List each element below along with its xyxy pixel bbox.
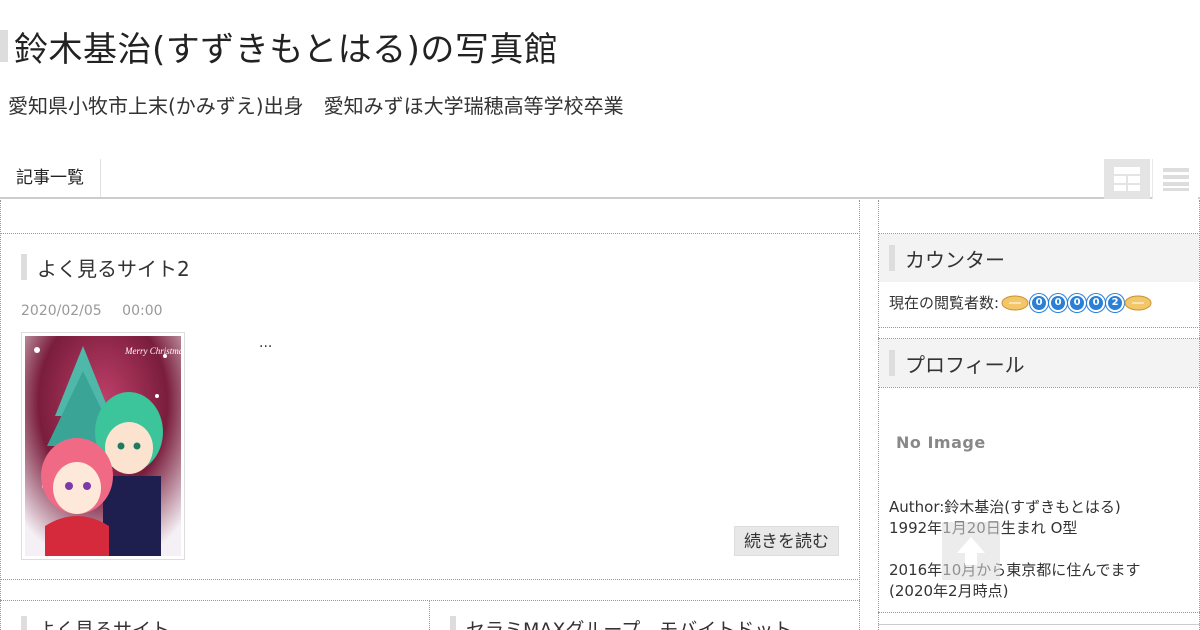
- grid-view-button[interactable]: [1104, 159, 1150, 199]
- counter-digit: 0: [1030, 293, 1049, 312]
- profile-accent-bar: [889, 350, 895, 376]
- next-post-title-text[interactable]: セラミMAXグループ モバイトドット: [466, 615, 792, 630]
- profile-line: 1992年1月20日生まれ O型: [889, 519, 1078, 537]
- divider: [0, 233, 860, 234]
- profile-line: Author:鈴木基治(すずきもとはる): [889, 498, 1121, 516]
- title-accent-bar: [0, 30, 8, 62]
- thumbnail-caption: Merry Christmas: [124, 346, 181, 356]
- post-excerpt: ...: [259, 335, 273, 351]
- post-date: 2020/02/05: [21, 303, 102, 319]
- next-post-accent-bar: [21, 616, 27, 630]
- divider: [878, 338, 1200, 339]
- profile-text: Author:鈴木基治(すずきもとはる) 1992年1月20日生まれ O型 20…: [889, 497, 1141, 602]
- counter-digit: 0: [1087, 293, 1106, 312]
- site-title-text[interactable]: 鈴木基治(すずきもとはる)の写真館: [14, 22, 558, 71]
- counter-heading: カウンター: [879, 234, 1199, 282]
- site-title[interactable]: 鈴木基治(すずきもとはる)の写真館: [0, 22, 558, 70]
- profile-line: 2016年10月から東京都に住んでます: [889, 561, 1141, 579]
- post-title-text[interactable]: よく見るサイト2: [37, 253, 190, 282]
- divider: [878, 387, 1200, 388]
- nav-bar: 記事一覧: [0, 159, 1200, 199]
- rugby-ball-icon: [1001, 295, 1029, 310]
- post-time: 00:00: [122, 303, 163, 319]
- counter-label: 現在の閲覧者数:: [889, 294, 1000, 312]
- divider: [878, 612, 1200, 613]
- next-post-title[interactable]: セラミMAXグループ モバイトドット: [450, 616, 792, 630]
- profile-line: (2020年2月時点): [889, 582, 1009, 600]
- counter-digit: 0: [1068, 293, 1087, 312]
- post-meta: 2020/02/05 00:00: [21, 303, 179, 319]
- arrow-up-icon: [957, 537, 985, 565]
- profile-line: [889, 539, 1141, 560]
- visitor-counter: 現在の閲覧者数: 0 0 0 0 2: [889, 292, 1152, 313]
- read-more-button[interactable]: 続きを読む: [734, 526, 839, 556]
- post-title[interactable]: よく見るサイト2: [21, 253, 190, 282]
- counter-accent-bar: [889, 245, 895, 271]
- divider: [878, 327, 1200, 328]
- rugby-ball-icon: [1124, 295, 1152, 310]
- divider: [0, 579, 860, 580]
- next-post-title[interactable]: よく見るサイト: [21, 616, 170, 630]
- post-title-accent-bar: [21, 254, 27, 280]
- next-post-title-text[interactable]: よく見るサイト: [37, 615, 170, 630]
- site-subtitle: 愛知県小牧市上末(かみずえ)出身 愛知みずほ大学瑞穂高等学校卒業: [8, 94, 624, 118]
- counter-digit: 0: [1049, 293, 1068, 312]
- divider: [429, 600, 430, 630]
- next-post-accent-bar: [450, 616, 456, 630]
- counter-digits: 0 0 0 0 2: [1001, 293, 1152, 312]
- grid-view-icon: [1114, 167, 1140, 191]
- counter-title: カウンター: [905, 247, 1005, 272]
- profile-heading: プロフィール: [879, 339, 1199, 387]
- list-view-button[interactable]: [1152, 159, 1198, 199]
- divider: [0, 600, 860, 601]
- post-thumbnail[interactable]: Merry Christmas: [21, 332, 185, 560]
- christmas-illustration: Merry Christmas: [25, 336, 181, 556]
- profile-no-image: No Image: [896, 433, 986, 452]
- divider: [878, 624, 1200, 625]
- scroll-to-top-button[interactable]: [942, 522, 1000, 580]
- profile-title: プロフィール: [905, 352, 1025, 377]
- nav-item-article-list[interactable]: 記事一覧: [0, 159, 101, 197]
- counter-digit: 2: [1106, 293, 1125, 312]
- list-view-icon: [1162, 168, 1189, 191]
